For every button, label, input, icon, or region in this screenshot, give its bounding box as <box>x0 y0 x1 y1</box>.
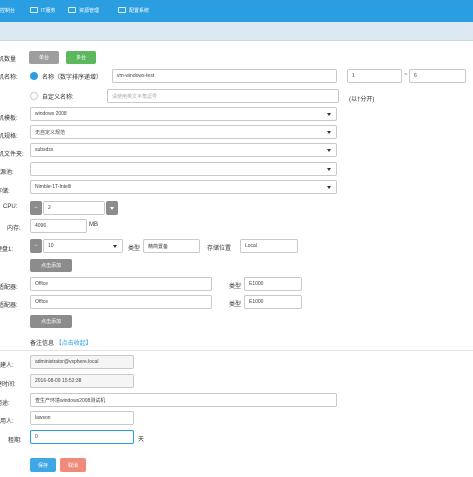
disk-location-input[interactable]: Local <box>240 239 298 253</box>
name-radio-auto-label: 名称（数字排序递增） <box>42 75 103 81</box>
purpose-input[interactable]: 查生产环境windows2008测试机 <box>30 393 337 407</box>
disk-decrement-button[interactable]: − <box>30 239 42 253</box>
remark-title-text: 备注信息 <box>30 341 55 347</box>
cpu-input[interactable]: 2 <box>43 201 105 215</box>
storage-label: 存储: <box>0 189 10 195</box>
nic-1-input[interactable]: Office <box>30 277 212 291</box>
range-start-input[interactable]: 1 <box>347 69 402 83</box>
custom-name-input[interactable]: 请使用英文半角逗号 <box>107 89 339 103</box>
cpu-dropdown-button[interactable] <box>106 201 118 215</box>
save-button[interactable]: 保存 <box>30 458 56 472</box>
name-radio-auto[interactable] <box>30 72 38 80</box>
nav-item-label: 配置系统 <box>129 7 150 14</box>
top-nav-bar: 控制台 IT服务 资源管理 配置系统 <box>0 0 473 22</box>
section-divider <box>0 350 473 351</box>
cpu-decrement-button[interactable]: − <box>30 201 42 215</box>
nav-item-it-service[interactable]: IT服务 <box>30 5 55 15</box>
memory-unit: MB <box>89 222 98 228</box>
nic-2-input[interactable]: Office <box>30 295 212 309</box>
disk-type-label: 类型 <box>128 246 141 252</box>
spec-select[interactable]: 无自定义规范 <box>30 125 337 139</box>
cpu-label: CPU: <box>3 204 18 210</box>
nic-2-label: 网络适配器: <box>0 303 18 309</box>
custom-name-hint: (以†分开) <box>349 97 375 103</box>
vm-count-label: 虚拟机数量 <box>0 57 17 63</box>
remark-title: 备注信息 【点击收起】 <box>30 338 92 347</box>
lease-unit: 天 <box>138 437 145 443</box>
vm-name-label: 虚拟机名称: <box>0 75 18 81</box>
vm-name-input[interactable]: vm-windows-test <box>112 69 337 83</box>
nav-item-settings[interactable]: 配置系统 <box>118 5 149 15</box>
nav-item-label: 控制台 <box>0 7 16 14</box>
service-icon <box>30 7 38 13</box>
template-label: 虚拟机模板: <box>0 116 18 122</box>
single-button[interactable]: 单台 <box>29 51 59 64</box>
folder-label: 虚拟机文件夹: <box>0 152 24 158</box>
name-radio-custom-label: 自定义名称: <box>42 95 74 101</box>
storage-select[interactable]: Nimble-1T-Intelli <box>30 180 337 194</box>
created-time-label: 创建时间: <box>0 382 16 388</box>
remark-toggle-link[interactable]: 【点击收起】 <box>56 341 92 347</box>
disk-location-label: 存储位置 <box>207 246 232 252</box>
created-time-input[interactable]: 2016-08-09 15:52:38 <box>30 374 134 388</box>
disk-size-select[interactable]: 10 <box>43 239 123 253</box>
nic-1-label: 网络适配器: <box>0 285 18 291</box>
add-nic-button[interactable]: 点击添加 <box>30 315 72 328</box>
nic-1-type-label: 类型 <box>229 284 242 290</box>
nav-item-resource[interactable]: 资源管理 <box>68 5 99 15</box>
creator-input[interactable]: administrator@vsphere.local <box>30 355 134 369</box>
nic-1-type-input[interactable]: E1000 <box>244 277 302 291</box>
sub-header-bar <box>0 22 473 41</box>
memory-input[interactable]: 4096 <box>30 219 87 233</box>
resource-icon <box>68 7 76 13</box>
name-radio-custom[interactable] <box>30 92 38 100</box>
nic-2-type-input[interactable]: E1000 <box>244 295 302 309</box>
range-separator: ~ <box>404 72 408 78</box>
template-select[interactable]: windows 2008 <box>30 107 337 121</box>
nav-item-label: IT服务 <box>41 7 56 14</box>
nav-item-label: 资源管理 <box>79 7 100 14</box>
resource-pool-select[interactable] <box>30 162 337 176</box>
resource-pool-label: 资源池: <box>0 170 14 176</box>
range-end-input[interactable]: 6 <box>409 69 466 83</box>
lease-label: 租期: <box>8 438 22 444</box>
memory-label: 内存: <box>7 226 21 232</box>
folder-select[interactable]: subsdsx <box>30 143 337 157</box>
cancel-button[interactable]: 取消 <box>60 458 86 472</box>
spec-label: 虚拟机规格: <box>0 134 18 140</box>
nic-2-type-label: 类型 <box>229 302 242 308</box>
disk-label: 硬盘1: <box>0 247 14 253</box>
lease-input[interactable]: 0 <box>30 430 134 444</box>
add-disk-button[interactable]: 点击添加 <box>30 259 72 272</box>
settings-icon <box>118 7 126 13</box>
purpose-label: 用途: <box>0 401 10 407</box>
disk-type-input[interactable]: 精简置备 <box>143 239 200 253</box>
nav-item-dashboard[interactable]: 控制台 <box>0 5 15 15</box>
user-label: 使用人: <box>0 419 14 425</box>
creator-label: 创建人: <box>0 363 14 369</box>
multi-button[interactable]: 多台 <box>66 51 96 64</box>
user-input[interactable]: lawson <box>30 411 134 425</box>
